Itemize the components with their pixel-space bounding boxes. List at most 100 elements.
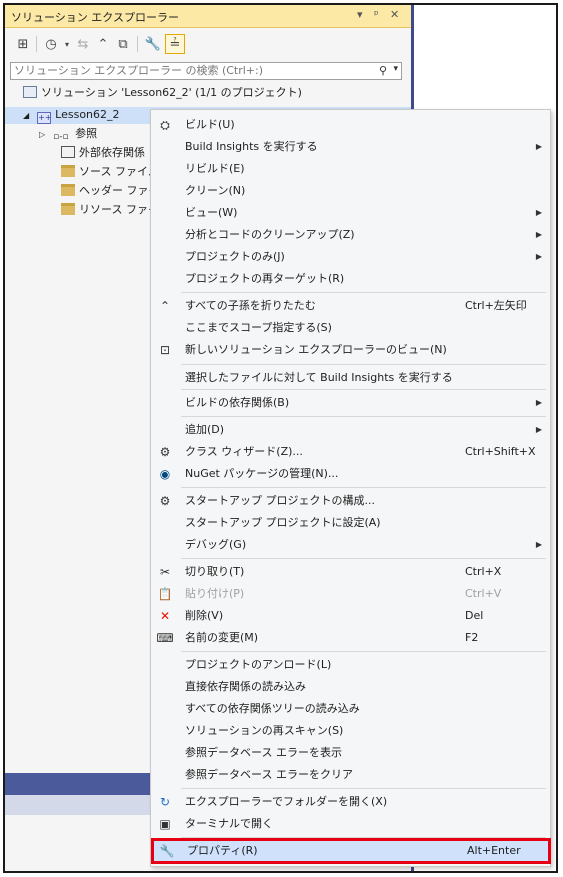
menu-item[interactable]: ⌃ すべての子孫を折りたたむ Ctrl+左矢印 xyxy=(151,295,550,317)
tree-item-external-deps[interactable]: 外部依存関係 xyxy=(61,143,145,162)
menu-separator xyxy=(181,788,546,789)
tree-item-project[interactable]: ◢ ++ Lesson62_2 xyxy=(23,105,120,124)
references-icon: ▫-▫ xyxy=(53,132,69,142)
tree-item-solution[interactable]: ソリューション 'Lesson62_2' (1/1 のプロジェクト) xyxy=(23,83,302,102)
menu-item[interactable]: 選択したファイルに対して Build Insights を実行する xyxy=(151,367,550,389)
search-box[interactable]: ⚲ ▾ xyxy=(10,62,402,80)
copy-view-icon[interactable]: ⧉ xyxy=(113,34,133,54)
menu-item-label: 追加(D) xyxy=(185,423,225,436)
menu-item-label: 削除(V) xyxy=(185,609,224,622)
menu-item-label: プロパティ(R) xyxy=(187,844,258,857)
menu-item[interactable]: 分析とコードのクリーンアップ(Z) ▶ xyxy=(151,224,550,246)
external-deps-label: 外部依存関係 xyxy=(79,146,145,159)
menu-item-label: 名前の変更(M) xyxy=(185,631,259,644)
menu-item[interactable]: 参照データベース エラーを表示 xyxy=(151,742,550,764)
menu-item-shortcut: Ctrl+Shift+X xyxy=(465,445,536,458)
search-icon[interactable]: ⚲ xyxy=(379,64,387,77)
submenu-arrow-icon: ▶ xyxy=(535,398,542,407)
tree-item-source-files[interactable]: ソース ファイル xyxy=(61,162,159,181)
menu-item[interactable]: ▣ ターミナルで開く xyxy=(151,813,550,835)
menu-item[interactable]: デバッグ(G) ▶ xyxy=(151,534,550,556)
menu-item[interactable]: ✂ 切り取り(T) Ctrl+X xyxy=(151,561,550,583)
switch-view-icon[interactable]: ⊞ xyxy=(13,34,33,54)
menu-item[interactable]: スタートアップ プロジェクトに設定(A) xyxy=(151,512,550,534)
menu-item[interactable]: すべての依存関係ツリーの読み込み xyxy=(151,698,550,720)
menu-separator xyxy=(181,292,546,293)
gear-icon: ⚙ xyxy=(159,494,171,508)
menu-item[interactable]: ⛭ ビルド(U) xyxy=(151,114,550,136)
menu-item-label: Build Insights を実行する xyxy=(185,140,318,153)
menu-item[interactable]: ここまでスコープ指定する(S) xyxy=(151,317,550,339)
menu-item-shortcut: Ctrl+V xyxy=(465,587,502,600)
menu-item-label: 貼り付け(P) xyxy=(185,587,245,600)
menu-separator xyxy=(181,558,546,559)
menu-item[interactable]: ⌨ 名前の変更(M) F2 xyxy=(151,627,550,649)
menu-item[interactable]: ビュー(W) ▶ xyxy=(151,202,550,224)
menu-item[interactable]: ⚙ スタートアップ プロジェクトの構成... xyxy=(151,490,550,512)
collapsed-arrow-icon[interactable]: ▷ xyxy=(39,130,45,139)
menu-item[interactable]: プロジェクトのアンロード(L) xyxy=(151,654,550,676)
menu-item-label: デバッグ(G) xyxy=(185,538,247,551)
menu-separator xyxy=(181,416,546,417)
properties-wrench-icon[interactable]: 🔧 xyxy=(143,34,163,54)
panel-title: ソリューション エクスプローラー xyxy=(11,11,179,24)
panel-toolbar: ⊞ ◷ ▾ ⇆ ⌃ ⧉ 🔧 ≟ xyxy=(5,28,411,60)
collapse-all-icon[interactable]: ⌃ xyxy=(93,34,113,54)
toolbar-separator xyxy=(36,36,37,52)
submenu-arrow-icon: ▶ xyxy=(535,540,542,549)
menu-item-label: クリーン(N) xyxy=(185,184,246,197)
menu-item[interactable]: Build Insights を実行する ▶ xyxy=(151,136,550,158)
menu-item-label: すべての依存関係ツリーの読み込み xyxy=(185,702,360,715)
menu-item[interactable]: プロジェクトのみ(J) ▶ xyxy=(151,246,550,268)
menu-item-shortcut: Ctrl+X xyxy=(465,565,502,578)
sync-icon[interactable]: ⇆ xyxy=(73,34,93,54)
menu-item[interactable]: ソリューションの再スキャン(S) xyxy=(151,720,550,742)
menu-item[interactable]: ⊡ 新しいソリューション エクスプローラーのビュー(N) xyxy=(151,339,550,361)
menu-item-shortcut: F2 xyxy=(465,631,479,644)
menu-item[interactable]: プロジェクトの再ターゲット(R) xyxy=(151,268,550,290)
folder-icon xyxy=(61,165,75,177)
menu-item[interactable]: クリーン(N) xyxy=(151,180,550,202)
menu-item-shortcut: Alt+Enter xyxy=(467,844,521,857)
preview-icon[interactable]: ≟ xyxy=(165,34,185,54)
menu-item[interactable]: ✕ 削除(V) Del xyxy=(151,605,550,627)
menu-item[interactable]: ◉ NuGet パッケージの管理(N)... xyxy=(151,463,550,485)
menu-item[interactable]: リビルド(E) xyxy=(151,158,550,180)
tree-item-references[interactable]: ▷ ▫-▫ 参照 xyxy=(39,124,97,143)
panel-title-bar: ソリューション エクスプローラー ▾ ᵖ ✕ xyxy=(5,5,411,28)
solution-icon xyxy=(23,86,37,98)
expand-arrow-icon[interactable]: ◢ xyxy=(23,111,29,120)
paste-icon: 📋 xyxy=(157,587,173,601)
menu-separator xyxy=(181,837,546,838)
terminal-icon: ▣ xyxy=(159,817,171,831)
menu-item[interactable]: ↻ エクスプローラーでフォルダーを開く(X) xyxy=(151,791,550,813)
cpp-project-icon: ++ xyxy=(37,112,52,124)
menu-item[interactable]: 追加(D) ▶ xyxy=(151,419,550,441)
close-icon[interactable]: ✕ xyxy=(390,8,399,21)
submenu-arrow-icon: ▶ xyxy=(535,252,542,261)
menu-item[interactable]: 直接依存関係の読み込み xyxy=(151,676,550,698)
menu-item-label: ビュー(W) xyxy=(185,206,238,219)
dropdown-icon[interactable]: ▾ xyxy=(357,8,363,21)
submenu-arrow-icon: ▶ xyxy=(535,142,542,151)
menu-item[interactable]: 🔧 プロパティ(R) Alt+Enter xyxy=(151,838,551,864)
menu-item-label: 参照データベース エラーをクリア xyxy=(185,768,353,781)
menu-item-label: すべての子孫を折りたたむ xyxy=(185,299,316,312)
search-input[interactable] xyxy=(14,64,354,77)
menu-item[interactable]: 参照データベース エラーをクリア xyxy=(151,764,550,786)
menu-item[interactable]: ⚙ クラス ウィザード(Z)... Ctrl+Shift+X xyxy=(151,441,550,463)
menu-item-label: ここまでスコープ指定する(S) xyxy=(185,321,332,334)
menu-item-label: プロジェクトのアンロード(L) xyxy=(185,658,332,671)
menu-item[interactable]: 📋 貼り付け(P) Ctrl+V xyxy=(151,583,550,605)
search-options-chevron-icon[interactable]: ▾ xyxy=(393,64,398,74)
menu-item-label: プロジェクトのみ(J) xyxy=(185,250,285,263)
menu-item-label: 直接依存関係の読み込み xyxy=(185,680,306,693)
collapse-icon: ⌃ xyxy=(159,299,171,313)
menu-item-label: NuGet パッケージの管理(N)... xyxy=(185,467,339,480)
menu-item-label: 切り取り(T) xyxy=(185,565,245,578)
toolbar-separator xyxy=(137,36,138,52)
submenu-arrow-icon: ▶ xyxy=(535,425,542,434)
menu-item[interactable]: ビルドの依存関係(B) ▶ xyxy=(151,392,550,414)
pin-icon[interactable]: ᵖ xyxy=(374,8,379,21)
menu-item-label: スタートアップ プロジェクトの構成... xyxy=(185,494,375,507)
